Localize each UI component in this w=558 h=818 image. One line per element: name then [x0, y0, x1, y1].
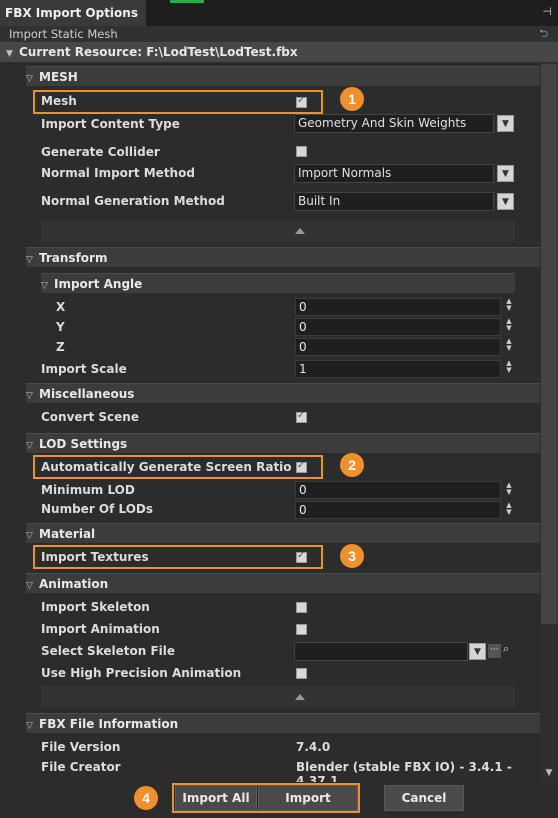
- section-fbx-info-title: FBX File Information: [39, 717, 179, 731]
- undo-icon[interactable]: ⮌: [539, 26, 548, 42]
- angle-y-input[interactable]: 0: [295, 318, 501, 336]
- current-resource-header[interactable]: ▼ Current Resource: F:\LodTest\LodTest.fb…: [0, 42, 558, 62]
- section-miscellaneous[interactable]: ▽ Miscellaneous: [26, 383, 540, 403]
- select-skeleton-file-label: Select Skeleton File: [41, 644, 176, 658]
- import-scale-label: Import Scale: [41, 362, 127, 376]
- highlight-auto-ratio: [33, 455, 323, 479]
- section-fbx-info[interactable]: ▽ FBX File Information: [26, 713, 540, 733]
- file-version-value: 7.4.0: [296, 740, 331, 754]
- angle-x-input[interactable]: 0: [295, 298, 501, 316]
- normal-import-method-label: Normal Import Method: [41, 166, 195, 180]
- import-content-type-select[interactable]: Geometry And Skin Weights: [294, 114, 494, 133]
- expand-arrow-icon: [295, 228, 305, 234]
- spinner-icon[interactable]: ▲ ▼: [505, 360, 513, 374]
- file-creator-value: Blender (stable FBX IO) - 3.4.1 - 4.37.1: [296, 760, 512, 782]
- collapse-caret-icon: ▼: [6, 49, 13, 59]
- chevron-down-icon: ▽: [41, 281, 48, 291]
- high-precision-label: Use High Precision Animation: [41, 666, 242, 680]
- chevron-down-icon: ▽: [26, 74, 33, 84]
- normal-generation-method-label: Normal Generation Method: [41, 194, 225, 208]
- chevron-down-icon: ▽: [26, 441, 33, 451]
- chevron-down-icon[interactable]: ▼: [497, 115, 514, 132]
- minimum-lod-input[interactable]: 0: [295, 481, 501, 499]
- spinner-icon[interactable]: ▲ ▼: [505, 338, 513, 352]
- window-title[interactable]: FBX Import Options: [0, 0, 146, 26]
- dialog-subtitle: Import Static Mesh: [0, 26, 558, 42]
- section-transform-title: Transform: [39, 251, 108, 265]
- chevron-down-icon: ▽: [26, 721, 33, 731]
- file-creator-label: File Creator: [41, 760, 121, 774]
- pin-icon[interactable]: ⊣: [542, 5, 552, 18]
- number-of-lods-label: Number Of LODs: [41, 502, 154, 516]
- options-panel: ▽MESH Mesh Import Content Type Geometry …: [0, 62, 540, 782]
- browse-icon[interactable]: ···: [488, 644, 501, 658]
- chevron-down-icon: ▽: [26, 255, 33, 265]
- chevron-down-icon[interactable]: ▼: [469, 643, 486, 660]
- import-content-type-label: Import Content Type: [41, 117, 180, 131]
- subsection-import-angle[interactable]: ▽ Import Angle: [41, 273, 515, 293]
- cancel-button[interactable]: Cancel: [384, 785, 464, 811]
- angle-z-input[interactable]: 0: [295, 338, 501, 356]
- chevron-down-icon: ▽: [26, 581, 33, 591]
- generate-collider-checkbox[interactable]: [296, 146, 307, 157]
- section-misc-title: Miscellaneous: [39, 387, 135, 401]
- expand-arrow-icon: [295, 694, 305, 700]
- minimum-lod-label: Minimum LOD: [41, 483, 135, 497]
- convert-scene-checkbox[interactable]: [296, 410, 307, 423]
- chevron-down-icon[interactable]: ▼: [497, 193, 514, 210]
- section-transform[interactable]: ▽ Transform: [26, 247, 540, 267]
- section-animation-title: Animation: [39, 577, 109, 591]
- section-material-title: Material: [39, 527, 96, 541]
- search-icon[interactable]: ⌕: [503, 642, 509, 656]
- section-material[interactable]: ▽ Material: [26, 523, 540, 543]
- import-animation-label: Import Animation: [41, 622, 160, 636]
- high-precision-checkbox[interactable]: [296, 668, 307, 679]
- mesh-advanced-toggle[interactable]: [41, 220, 515, 242]
- spinner-icon[interactable]: ▲ ▼: [505, 502, 513, 516]
- chevron-down-icon[interactable]: ▼: [497, 165, 514, 182]
- number-of-lods-input[interactable]: 0: [295, 501, 501, 519]
- section-lod-title: LOD Settings: [39, 437, 128, 451]
- normal-generation-method-select[interactable]: Built In: [294, 192, 494, 211]
- spinner-icon[interactable]: ▲ ▼: [505, 298, 513, 312]
- angle-y-label: Y: [56, 320, 65, 334]
- angle-x-label: X: [56, 300, 66, 314]
- highlight-import-textures: [33, 545, 323, 569]
- import-scale-input[interactable]: 1: [295, 360, 501, 378]
- section-animation[interactable]: ▽ Animation: [26, 573, 540, 593]
- import-angle-title: Import Angle: [54, 277, 143, 291]
- normal-import-method-select[interactable]: Import Normals: [294, 164, 494, 183]
- callout-badge-2: 2: [340, 453, 364, 477]
- file-version-label: File Version: [41, 740, 121, 754]
- callout-badge-1: 1: [340, 87, 364, 111]
- animation-advanced-toggle[interactable]: [41, 686, 515, 708]
- callout-badge-3: 3: [340, 544, 364, 568]
- section-mesh[interactable]: ▽ MESH: [26, 66, 540, 86]
- angle-z-label: Z: [56, 340, 65, 354]
- scroll-down-icon[interactable]: ▼: [540, 768, 558, 782]
- section-mesh-title: MESH: [39, 70, 78, 84]
- spinner-icon[interactable]: ▲ ▼: [505, 482, 513, 496]
- scrollbar-thumb[interactable]: [541, 64, 557, 624]
- status-indicator: [170, 0, 204, 3]
- skeleton-file-select[interactable]: [294, 642, 468, 661]
- chevron-down-icon: ▽: [26, 531, 33, 541]
- current-resource-label: Current Resource: F:\LodTest\LodTest.fbx: [19, 45, 298, 59]
- callout-badge-4: 4: [134, 786, 158, 810]
- import-animation-checkbox[interactable]: [296, 624, 307, 635]
- convert-scene-label: Convert Scene: [41, 410, 139, 424]
- spinner-icon[interactable]: ▲ ▼: [505, 318, 513, 332]
- import-skeleton-label: Import Skeleton: [41, 600, 150, 614]
- generate-collider-label: Generate Collider: [41, 145, 160, 159]
- highlight-import-buttons: [172, 783, 360, 813]
- import-skeleton-checkbox[interactable]: [296, 602, 307, 613]
- section-lod-settings[interactable]: ▽ LOD Settings: [26, 433, 540, 453]
- highlight-mesh: [33, 90, 323, 114]
- chevron-down-icon: ▽: [26, 391, 33, 401]
